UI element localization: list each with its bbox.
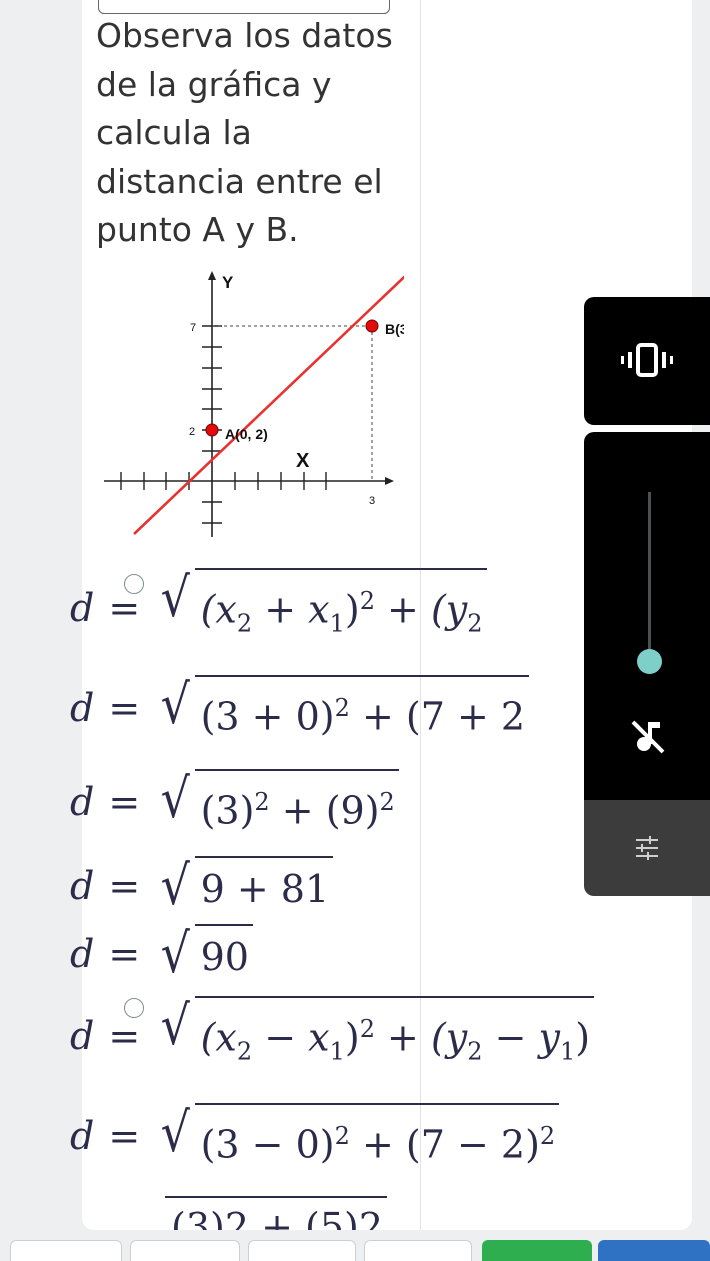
line-ab [133, 275, 404, 535]
question-text: Observa los datos de la gráfica y calcul… [96, 16, 393, 249]
option-1-line-5: d = √ 90 [70, 924, 253, 984]
ringer-mode-button[interactable] [584, 297, 710, 425]
y-axis-arrow [208, 271, 216, 280]
option-2-line-1: d = √ (x2 − x1)2 + (y2 − y1) [70, 995, 595, 1066]
option-1-line-3: d = √ (3)2 + (9)2 [70, 768, 399, 832]
music-note-off-icon[interactable] [629, 716, 669, 756]
option-1-line-1: d = √ (x2 + x1)2 + (y2 [70, 567, 487, 638]
option-2-line-2: d = √ (3 − 0)2 + (7 − 2)2 [70, 1102, 560, 1166]
y-axis-label: Y [222, 273, 234, 292]
volume-slider-thumb[interactable] [637, 649, 662, 674]
point-b [365, 319, 379, 333]
option-2-line-3-partial: (3)2 + (5)2 [70, 1196, 388, 1230]
tick-label-y-7: 7 [190, 322, 196, 334]
vibrate-icon [621, 343, 673, 377]
point-b-label: B(3, 7) [385, 321, 404, 337]
point-a [205, 423, 219, 437]
x-axis-arrow [385, 477, 394, 485]
sound-settings-button[interactable] [584, 800, 710, 896]
bottom-navigation-bar [0, 1236, 710, 1261]
option-1-line-2: d = √ (3 + 0)2 + (7 + 2 [70, 674, 530, 738]
sliders-icon [636, 836, 658, 860]
coordinate-graph: X Y 3 7 2 A(0, 2) B(3, 7) [104, 271, 404, 537]
option-1-line-4: d = √ 9 + 81 [70, 856, 334, 916]
x-axis-label: X [296, 450, 310, 472]
volume-slider-track[interactable] [648, 492, 651, 660]
point-a-label: A(0, 2) [225, 426, 268, 442]
tick-label-x-3: 3 [369, 495, 375, 507]
tick-label-y-2: 2 [189, 426, 195, 438]
